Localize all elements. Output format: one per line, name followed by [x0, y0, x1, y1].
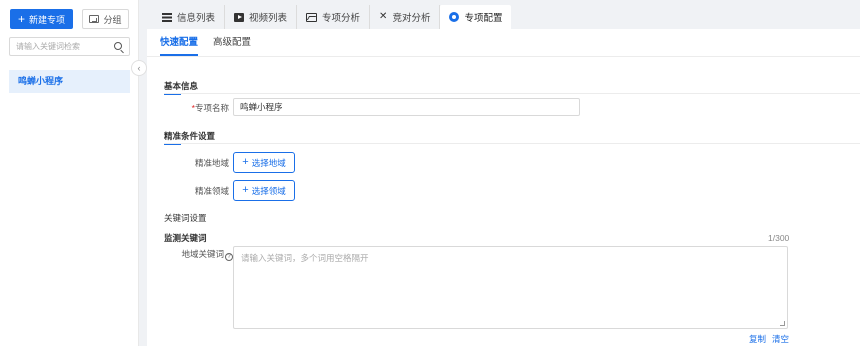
search-icon[interactable]: [114, 42, 122, 50]
subtab-advanced-config[interactable]: 高级配置: [213, 29, 251, 56]
section-title-text: 基本信息: [164, 81, 199, 91]
help-icon[interactable]: ?: [225, 253, 233, 261]
search-input[interactable]: [10, 38, 110, 55]
region-keywords-textarea[interactable]: 请输入关键词，多个词用空格隔开: [233, 246, 788, 329]
select-region-button[interactable]: + 选择地域: [233, 152, 295, 173]
tab-project-config[interactable]: 专项配置: [440, 5, 512, 29]
clear-link[interactable]: 清空: [772, 333, 789, 345]
tab-label: 专项分析: [322, 13, 361, 24]
tab-info-list[interactable]: 信息列表: [153, 5, 226, 29]
monitor-keywords-title: 监测关键词: [164, 232, 207, 244]
precise-region-label: 精准地域: [194, 158, 229, 168]
section-title-text: 监测关键词: [164, 233, 207, 243]
tab-project-analysis[interactable]: 专项分析: [297, 5, 371, 29]
project-name-label: *专项名称: [177, 102, 229, 114]
search-box: [9, 37, 130, 56]
divider: [147, 56, 860, 57]
list-icon: [162, 12, 172, 22]
folder-icon: [89, 15, 100, 23]
section-title-text: 关键词设置: [164, 213, 207, 223]
group-button[interactable]: 分组: [82, 9, 129, 29]
resize-handle[interactable]: [780, 321, 785, 326]
collapse-sidebar-button[interactable]: ‹: [131, 60, 147, 76]
sidebar-item-project[interactable]: 鸣蝉小程序: [9, 70, 130, 93]
divider: [164, 143, 860, 144]
section-title-precise: 精准条件设置: [164, 130, 216, 145]
main-panel: 快速配置 高级配置 基本信息 *专项名称 鸣蝉小程序 精准条件设置 精准地域 +…: [147, 29, 860, 346]
region-keywords-label-text: 地域关键词: [181, 249, 224, 259]
new-project-label: 新建专项: [29, 14, 66, 25]
project-name-input[interactable]: 鸣蝉小程序: [233, 98, 580, 116]
sidebar: + 新建专项 分组 鸣蝉小程序: [0, 0, 139, 346]
keyword-counter: 1/300: [768, 233, 790, 243]
select-region-label: 选择地域: [251, 157, 286, 168]
tab-competitor-analysis[interactable]: ✕ 竞对分析: [370, 5, 441, 29]
divider: [164, 93, 860, 94]
group-label: 分组: [103, 14, 122, 25]
sub-tabs: 快速配置 高级配置: [160, 29, 251, 56]
project-name-label-text: 专项名称: [194, 103, 229, 113]
section-title-basic-info: 基本信息: [164, 80, 199, 95]
settings-icon: [449, 12, 460, 22]
tab-label: 竞对分析: [392, 13, 431, 24]
tab-label: 视频列表: [249, 13, 288, 24]
region-keywords-label: 地域关键词?: [169, 248, 233, 261]
precise-field-label: 精准领域: [194, 186, 229, 196]
versus-icon: ✕: [379, 11, 388, 22]
subtab-quick-config[interactable]: 快速配置: [160, 29, 199, 56]
video-icon: [234, 12, 245, 22]
copy-link[interactable]: 复制: [749, 333, 766, 345]
select-field-label: 选择领域: [251, 185, 286, 196]
tab-video-list[interactable]: 视频列表: [225, 5, 298, 29]
section-title-text: 精准条件设置: [164, 131, 216, 141]
plus-icon: +: [242, 184, 249, 196]
chevron-left-icon: ‹: [137, 63, 141, 73]
textarea-placeholder: 请输入关键词，多个词用空格隔开: [241, 253, 369, 263]
tab-label: 信息列表: [177, 13, 216, 24]
chart-icon: [306, 12, 318, 22]
section-title-keywords: 关键词设置: [164, 212, 207, 224]
plus-icon: +: [242, 156, 249, 168]
select-field-button[interactable]: + 选择领域: [233, 180, 295, 201]
plus-icon: +: [17, 12, 25, 26]
tab-label: 专项配置: [464, 13, 503, 24]
tab-bar: 信息列表 视频列表 专项分析 ✕ 竞对分析 专项配置: [153, 5, 860, 29]
new-project-button[interactable]: + 新建专项: [10, 9, 73, 29]
